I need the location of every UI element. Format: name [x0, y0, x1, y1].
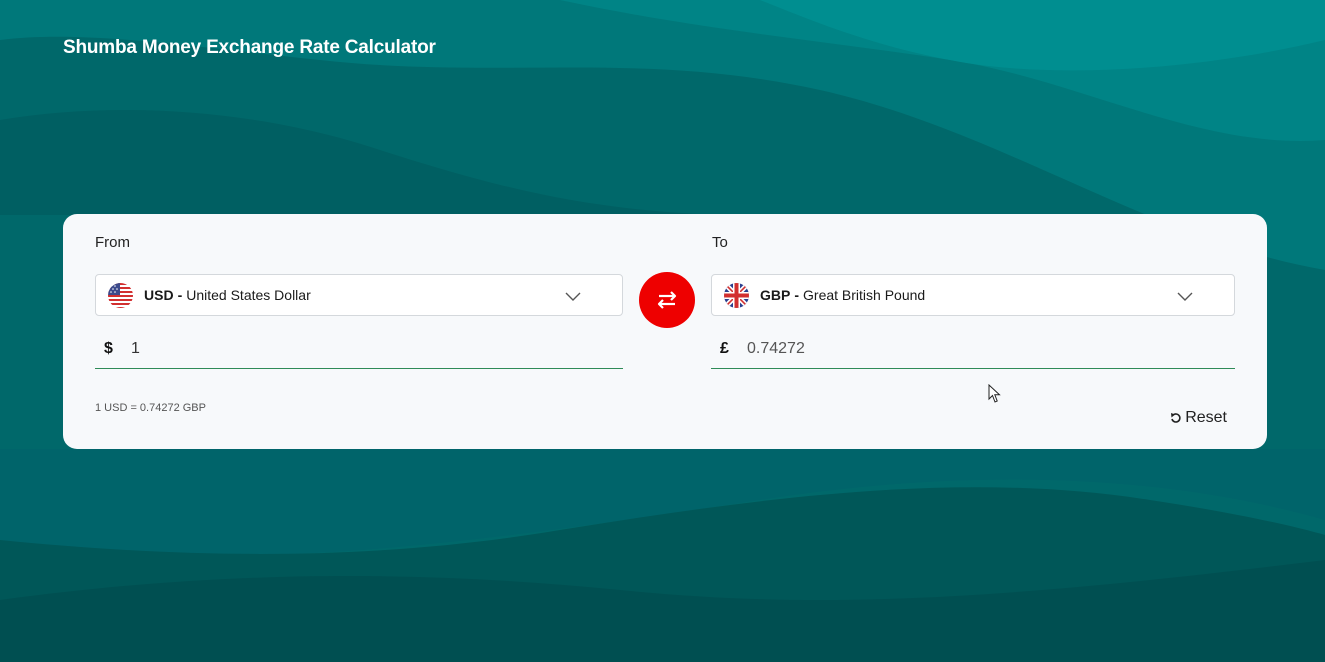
swap-arrows-icon: [657, 291, 677, 309]
from-amount-input[interactable]: [131, 340, 431, 358]
to-currency-code: GBP: [760, 287, 791, 303]
converter-card: From To USD - United States Dollar GBP -…: [63, 214, 1267, 449]
from-currency-code: USD: [144, 287, 174, 303]
reset-icon: [1171, 413, 1181, 423]
from-currency-select[interactable]: USD - United States Dollar: [95, 274, 623, 316]
chevron-down-icon: [565, 292, 581, 301]
to-currency-separator: -: [794, 287, 800, 303]
page-title: Shumba Money Exchange Rate Calculator: [63, 37, 436, 58]
to-amount-field: £: [711, 330, 1235, 369]
us-flag-icon: [108, 282, 133, 308]
reset-button[interactable]: Reset: [1170, 409, 1227, 427]
swap-button[interactable]: [639, 272, 695, 328]
to-label: To: [712, 234, 728, 251]
chevron-down-icon: [1177, 292, 1193, 301]
to-amount-input[interactable]: [747, 340, 1047, 358]
to-currency-name: Great British Pound: [803, 287, 926, 303]
from-label: From: [95, 234, 130, 251]
to-currency-symbol: £: [720, 340, 729, 357]
from-currency-symbol: $: [104, 340, 113, 357]
reset-label: Reset: [1185, 409, 1227, 426]
exchange-rate-text: 1 USD = 0.74272 GBP: [95, 402, 206, 414]
from-amount-field: $: [95, 330, 623, 369]
to-currency-select[interactable]: GBP - Great British Pound: [711, 274, 1235, 316]
uk-flag-icon: [724, 282, 749, 308]
from-currency-name: United States Dollar: [186, 287, 311, 303]
mouse-cursor-icon: [988, 384, 1001, 403]
from-currency-separator: -: [177, 287, 183, 303]
